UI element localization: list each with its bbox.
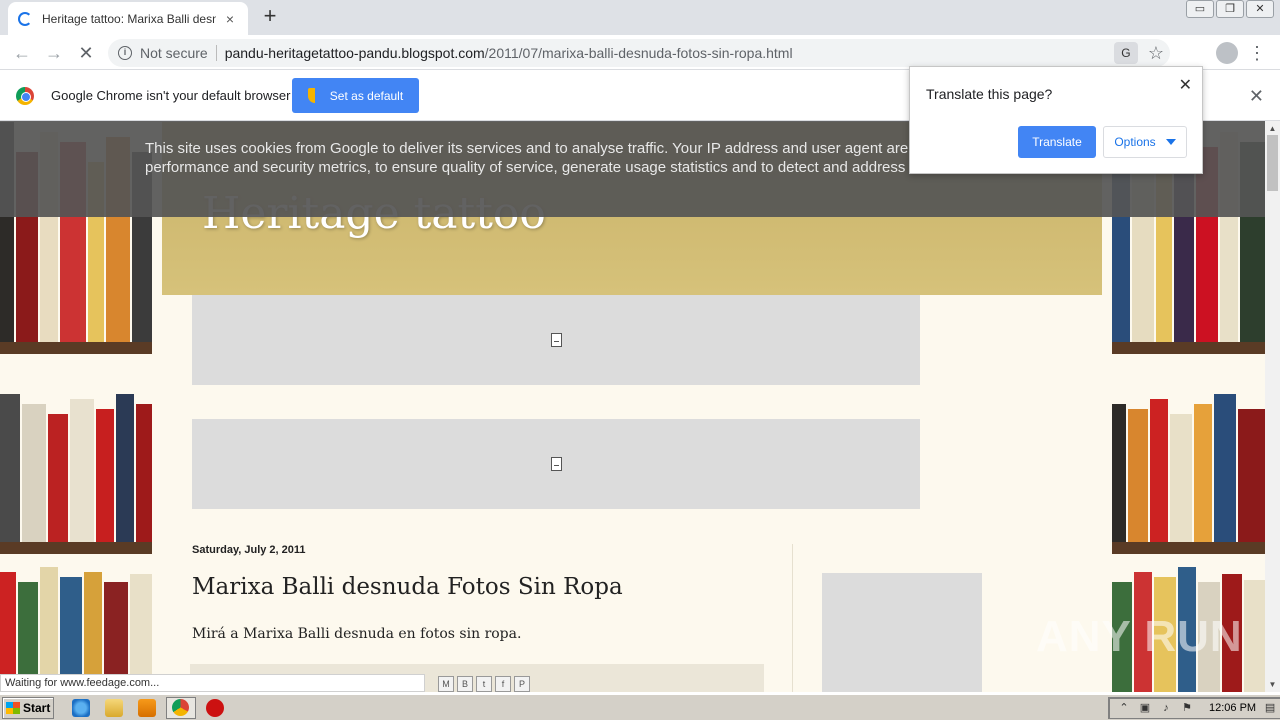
file-explorer-icon[interactable] <box>105 699 123 717</box>
omnibox-actions: G ☆ <box>1113 42 1164 64</box>
windows-taskbar: Start ⌃ ▣ ♪ ⚑ 12:06 PM ▤ <box>0 694 1280 720</box>
blogger-share-icon[interactable]: B <box>457 676 473 692</box>
sidebar-widget-placeholder <box>822 573 982 692</box>
tab-title: Heritage tattoo: Marixa Balli desnuda Fo… <box>42 11 216 26</box>
chrome-logo-icon <box>16 87 34 105</box>
translate-button[interactable]: Translate <box>1018 126 1096 158</box>
set-as-default-button[interactable]: Set as default <box>292 78 419 113</box>
security-label[interactable]: Not secure <box>140 45 217 61</box>
bookmark-star-icon[interactable]: ☆ <box>1148 43 1164 64</box>
address-bar[interactable]: i Not secure pandu-heritagetattoo-pandu.… <box>108 39 1170 67</box>
tab-close-icon[interactable]: × <box>222 11 238 27</box>
start-label: Start <box>23 701 51 715</box>
column-divider <box>792 544 793 692</box>
facebook-share-icon[interactable]: f <box>495 676 511 692</box>
translate-icon[interactable]: G <box>1113 42 1138 64</box>
ad-placeholder-1[interactable] <box>192 295 920 385</box>
scroll-thumb[interactable] <box>1267 135 1278 191</box>
url-path: /2011/07/marixa-balli-desnuda-fotos-sin-… <box>484 45 793 61</box>
menu-icon[interactable]: ⋮ <box>1248 41 1266 65</box>
url-host: pandu-heritagetattoo-pandu.blogspot.com <box>224 45 485 61</box>
options-button[interactable]: Options <box>1103 126 1187 158</box>
shield-icon <box>307 88 322 103</box>
browser-tab[interactable]: Heritage tattoo: Marixa Balli desnuda Fo… <box>8 2 248 35</box>
post-date: Saturday, July 2, 2011 <box>192 544 306 556</box>
url-text[interactable]: pandu-heritagetattoo-pandu.blogspot.com/… <box>225 45 793 61</box>
loading-spinner-icon <box>18 11 32 26</box>
email-share-icon[interactable]: M <box>438 676 454 692</box>
minimize-button[interactable]: ▭ <box>1186 0 1214 18</box>
chevron-down-icon <box>1165 139 1176 145</box>
broken-image-icon <box>550 333 562 347</box>
volume-icon[interactable]: ♪ <box>1159 702 1173 714</box>
screen: Heritage tattoo: Marixa Balli desnuda Fo… <box>0 0 1280 720</box>
clock[interactable]: 12:06 PM <box>1209 702 1256 714</box>
action-center-flag-icon[interactable]: ⚑ <box>1180 702 1194 714</box>
translate-popup: Translate this page? ✕ Translate Options <box>909 66 1203 174</box>
tab-strip: Heritage tattoo: Marixa Balli desnuda Fo… <box>0 0 1280 35</box>
scroll-up-arrow-icon[interactable]: ▲ <box>1265 121 1280 136</box>
translate-popup-close-icon[interactable]: ✕ <box>1179 75 1192 95</box>
system-tray: ⌃ ▣ ♪ ⚑ 12:06 PM ▤ <box>1108 697 1280 719</box>
internet-explorer-icon[interactable] <box>72 699 90 717</box>
network-icon[interactable]: ▣ <box>1138 702 1152 714</box>
pinterest-share-icon[interactable]: P <box>514 676 530 692</box>
twitter-share-icon[interactable]: t <box>476 676 492 692</box>
info-icon[interactable]: i <box>118 46 132 60</box>
set-as-default-label: Set as default <box>329 88 404 103</box>
security-app-icon[interactable] <box>206 699 224 717</box>
forward-button[interactable]: → <box>42 41 66 65</box>
back-button[interactable]: ← <box>10 41 34 65</box>
close-window-button[interactable]: ✕ <box>1246 0 1274 18</box>
options-label: Options <box>1114 135 1156 149</box>
browser-toolbar: ← → ✕ i Not secure pandu-heritagetattoo-… <box>0 35 1280 70</box>
new-tab-button[interactable]: + <box>258 4 282 28</box>
show-hidden-icons-icon[interactable]: ⌃ <box>1117 702 1131 714</box>
stop-button[interactable]: ✕ <box>74 41 98 65</box>
windows-logo-icon <box>6 702 20 714</box>
post-title[interactable]: Marixa Balli desnuda Fotos Sin Ropa <box>192 574 623 600</box>
show-desktop-icon[interactable]: ▤ <box>1263 702 1277 714</box>
anyrun-watermark: ANY RUN <box>1036 612 1243 661</box>
ad-placeholder-2[interactable] <box>192 419 920 509</box>
infobar-message: Google Chrome isn't your default browser <box>51 88 291 103</box>
post-body: Mirá a Marixa Balli desnuda en fotos sin… <box>192 626 522 642</box>
infobar-close-icon[interactable]: ✕ <box>1249 86 1264 107</box>
page-scrollbar[interactable]: ▲ ▼ <box>1265 121 1280 692</box>
window-controls: ▭ ❐ ✕ <box>1186 0 1274 18</box>
status-bubble: Waiting for www.feedage.com... <box>0 674 425 692</box>
start-button[interactable]: Start <box>2 697 54 719</box>
translate-popup-title: Translate this page? <box>926 86 1053 102</box>
broken-image-icon <box>550 457 562 471</box>
share-buttons: M B t f P <box>438 676 530 692</box>
media-player-icon[interactable] <box>138 699 156 717</box>
profile-avatar[interactable] <box>1216 42 1238 64</box>
restore-button[interactable]: ❐ <box>1216 0 1244 18</box>
chrome-icon <box>172 699 189 716</box>
scroll-down-arrow-icon[interactable]: ▼ <box>1265 677 1280 692</box>
